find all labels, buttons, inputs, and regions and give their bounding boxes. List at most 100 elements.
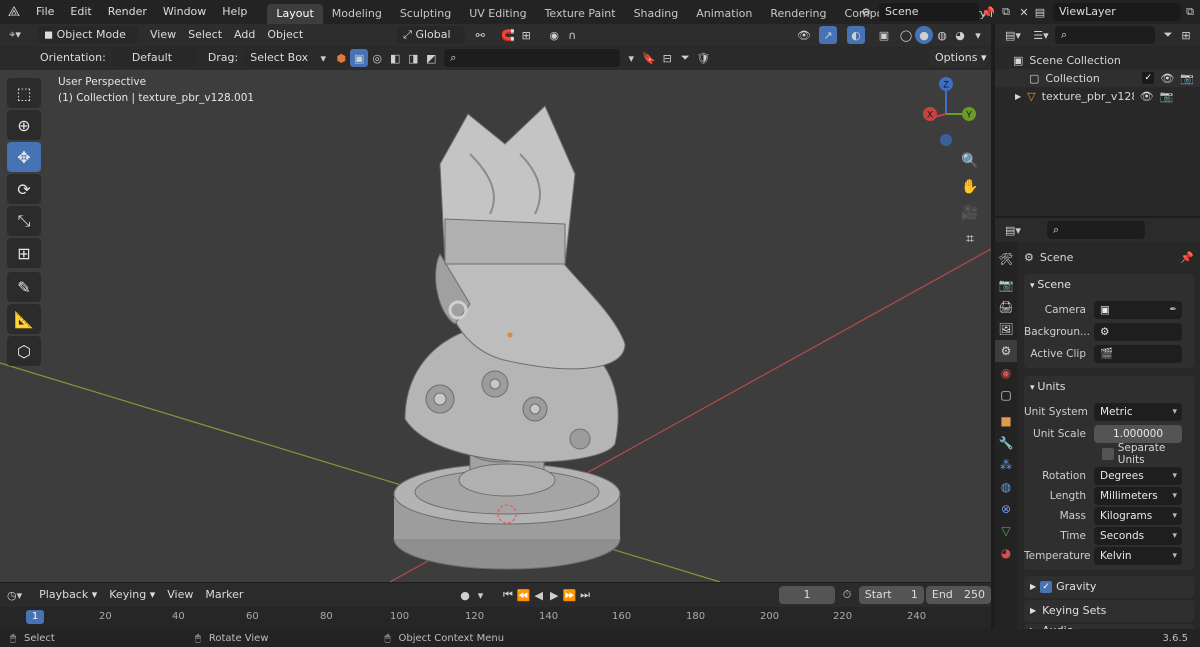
- display-mode-icon[interactable]: ☰▾: [1027, 26, 1055, 44]
- pan-hand-icon[interactable]: ✋: [957, 174, 983, 200]
- mode-dropdown[interactable]: ◼ Object Mode: [38, 26, 138, 44]
- shading-options-icon[interactable]: ▾: [969, 26, 987, 44]
- unit-scale-field[interactable]: 1.000000: [1094, 425, 1182, 443]
- units-panel-header[interactable]: ▾ Units: [1024, 376, 1194, 398]
- collection-tab-icon[interactable]: ▢: [995, 384, 1017, 406]
- keying-sets-panel-header[interactable]: ▶ Keying Sets: [1024, 600, 1194, 622]
- material-tab-icon[interactable]: ◕: [995, 542, 1017, 564]
- gravity-panel-header[interactable]: ▶ ✓ Gravity: [1024, 576, 1194, 598]
- shading-wireframe-icon[interactable]: ◯: [897, 26, 915, 44]
- render-tab-icon[interactable]: 📷: [995, 274, 1017, 296]
- scene-icon[interactable]: ⚙: [853, 3, 879, 21]
- tab-uv-editing[interactable]: UV Editing: [460, 4, 535, 24]
- scale-tool-button[interactable]: ⤡: [7, 206, 41, 236]
- output-tab-icon[interactable]: 🖨: [995, 296, 1017, 318]
- outliner-row-collection[interactable]: ▢ Collection ✓ 👁 📷: [995, 69, 1200, 87]
- move-tool-button[interactable]: ✥: [7, 142, 41, 172]
- add-cube-tool-button[interactable]: ⬡: [7, 336, 41, 366]
- temperature-dropdown[interactable]: Kelvin ▾: [1094, 547, 1182, 565]
- record-icon[interactable]: ●: [457, 586, 472, 604]
- transform-tool-button[interactable]: ⊞: [7, 238, 41, 268]
- cursor-tool-button[interactable]: ⊕: [7, 110, 41, 140]
- editor-type-icon[interactable]: ⌖▾: [0, 26, 30, 44]
- outliner-filter-icon[interactable]: ⏷: [1159, 26, 1177, 44]
- drag-setting-dropdown[interactable]: Select Box: [244, 49, 309, 67]
- transform-orientation-dropdown[interactable]: ⤢ Global: [397, 26, 466, 44]
- shading-material-icon[interactable]: ◍: [933, 26, 951, 44]
- shading-rendered-icon[interactable]: ◕: [951, 26, 969, 44]
- new-viewlayer-icon[interactable]: ⧉: [1181, 3, 1199, 21]
- menu-playback[interactable]: Playback ▾: [33, 586, 103, 604]
- viewlayer-icon[interactable]: ▤: [1027, 3, 1053, 21]
- xray-icon[interactable]: ▣: [875, 26, 893, 44]
- tab-texture-paint[interactable]: Texture Paint: [536, 4, 625, 24]
- viewlayer-name-field[interactable]: ViewLayer: [1053, 3, 1181, 21]
- tab-rendering[interactable]: Rendering: [761, 4, 835, 24]
- play-reverse-icon[interactable]: ◀: [531, 586, 546, 604]
- menu-object[interactable]: Object: [261, 26, 309, 44]
- rotate-tool-button[interactable]: ⟳: [7, 174, 41, 204]
- menu-edit[interactable]: Edit: [62, 0, 99, 24]
- affect-only-icon[interactable]: ▾: [314, 49, 332, 67]
- bookmark-icon[interactable]: 🔖: [640, 49, 658, 67]
- menu-file[interactable]: File: [28, 0, 62, 24]
- proportional-edit-icon[interactable]: ◉: [545, 26, 563, 44]
- length-dropdown[interactable]: Millimeters ▾: [1094, 487, 1182, 505]
- options-dropdown[interactable]: Options ▾: [929, 49, 986, 67]
- outliner-row-object[interactable]: ▶ ▽ texture_pbr_v128.0 👁 📷: [995, 87, 1200, 105]
- menu-keying[interactable]: Keying ▾: [103, 586, 161, 604]
- play-icon[interactable]: ▶: [547, 586, 562, 604]
- next-keyframe-icon[interactable]: ⏩: [562, 586, 577, 604]
- menu-window[interactable]: Window: [155, 0, 214, 24]
- preview-range-icon[interactable]: ⏱: [839, 586, 854, 604]
- collection-render-icon[interactable]: 📷: [1180, 72, 1194, 85]
- unit-system-dropdown[interactable]: Metric ▾: [1094, 403, 1182, 421]
- active-clip-field[interactable]: 🎬: [1094, 345, 1182, 363]
- playhead-frame[interactable]: 1: [26, 610, 44, 624]
- rotation-dropdown[interactable]: Degrees ▾: [1094, 467, 1182, 485]
- select-subtract-icon[interactable]: ◧: [386, 49, 404, 67]
- scene-tab-icon[interactable]: ⚙: [995, 340, 1017, 362]
- tool-search-input[interactable]: ⌕: [444, 49, 621, 67]
- filter-icon[interactable]: ⏷: [676, 49, 694, 67]
- pin-icon[interactable]: 📌: [979, 3, 997, 21]
- tool-tab-icon[interactable]: 🛠: [995, 248, 1017, 270]
- new-collection-icon[interactable]: ⊞: [1177, 26, 1195, 44]
- tab-sculpting[interactable]: Sculpting: [391, 4, 460, 24]
- menu-timeline-view[interactable]: View: [161, 586, 199, 604]
- expand-arrow-icon[interactable]: ▶: [1015, 92, 1021, 101]
- collection-exclude-checkbox[interactable]: ✓: [1142, 72, 1155, 84]
- camera-field[interactable]: ▣ ✒: [1094, 301, 1182, 319]
- gizmo-neg-z-handle[interactable]: [940, 134, 952, 146]
- mass-dropdown[interactable]: Kilograms ▾: [1094, 507, 1182, 525]
- gravity-checkbox[interactable]: ✓: [1040, 581, 1053, 593]
- particles-tab-icon[interactable]: ⁂: [995, 454, 1017, 476]
- breadcrumb-pin-icon[interactable]: 📌: [1180, 251, 1194, 264]
- shading-solid-icon[interactable]: ●: [915, 26, 933, 44]
- jump-start-icon[interactable]: ⏮: [500, 586, 515, 604]
- menu-help[interactable]: Help: [214, 0, 255, 24]
- tab-shading[interactable]: Shading: [625, 4, 688, 24]
- outliner-row-scene-collection[interactable]: ▣ Scene Collection: [995, 51, 1200, 69]
- modifier-tab-icon[interactable]: 🔧: [995, 432, 1017, 454]
- new-scene-icon[interactable]: ⧉: [997, 3, 1015, 21]
- object-render-icon[interactable]: 📷: [1160, 90, 1174, 103]
- annotate-tool-button[interactable]: ✎: [7, 272, 41, 302]
- pivot-point-icon[interactable]: ⚯: [471, 26, 489, 44]
- tab-animation[interactable]: Animation: [687, 4, 761, 24]
- tab-layout[interactable]: Layout: [267, 3, 323, 24]
- background-field[interactable]: ⚙: [1094, 323, 1182, 341]
- data-tab-icon[interactable]: ▽: [995, 520, 1017, 542]
- outliner-search-input[interactable]: ⌕: [1055, 26, 1155, 44]
- blender-logo-icon[interactable]: ⟁: [0, 0, 28, 24]
- menu-render[interactable]: Render: [100, 0, 155, 24]
- world-tab-icon[interactable]: ◉: [995, 362, 1017, 384]
- snap-target-icon[interactable]: ⊞: [517, 26, 535, 44]
- time-dropdown[interactable]: Seconds ▾: [1094, 527, 1182, 545]
- eyedropper-icon[interactable]: ✒: [1169, 301, 1177, 319]
- timeline-editor-icon[interactable]: ◷▾: [0, 586, 29, 604]
- camera-view-icon[interactable]: 🎥: [957, 200, 983, 226]
- shield-icon[interactable]: 🛡: [694, 49, 712, 67]
- select-tool-button[interactable]: ⬚: [7, 78, 41, 108]
- select-intersect-icon[interactable]: ◩: [422, 49, 440, 67]
